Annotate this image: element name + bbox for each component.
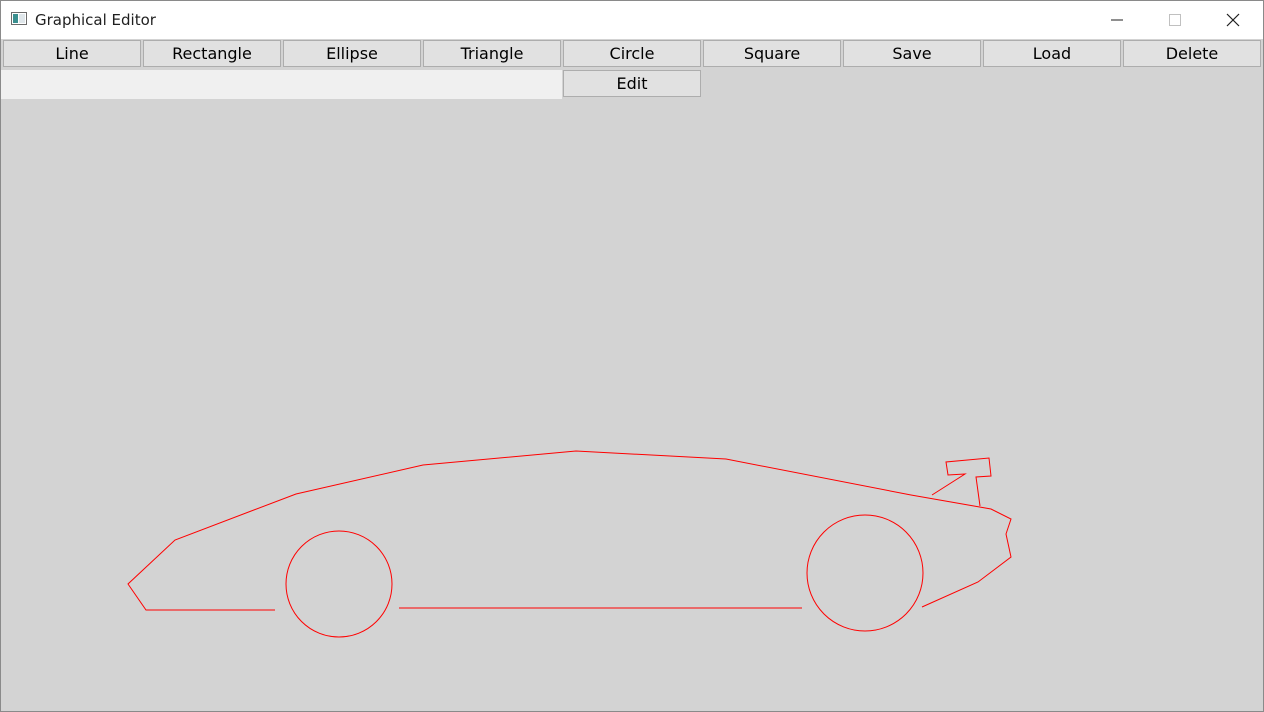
triangle-button[interactable]: Triangle xyxy=(423,40,561,67)
minimize-button[interactable] xyxy=(1088,1,1146,39)
line-button[interactable]: Line xyxy=(3,40,141,67)
toolbar-filler xyxy=(1,70,562,99)
circle-button[interactable]: Circle xyxy=(563,40,701,67)
square-button[interactable]: Square xyxy=(703,40,841,67)
app-icon xyxy=(11,12,27,25)
close-icon xyxy=(1226,13,1240,27)
car-body-outline xyxy=(127,450,1012,611)
minimize-icon xyxy=(1111,19,1123,21)
ellipse-button[interactable]: Ellipse xyxy=(283,40,421,67)
load-button[interactable]: Load xyxy=(983,40,1121,67)
editor-window: Graphical Editor Line Rectangle Ellipse … xyxy=(0,0,1264,712)
maximize-icon xyxy=(1169,14,1181,26)
maximize-button[interactable] xyxy=(1146,1,1204,39)
front-wheel xyxy=(285,530,393,638)
title-bar[interactable]: Graphical Editor xyxy=(1,1,1263,39)
rear-wheel xyxy=(806,514,924,632)
edit-button[interactable]: Edit xyxy=(563,70,701,97)
delete-button[interactable]: Delete xyxy=(1123,40,1261,67)
spoiler-outline xyxy=(931,457,992,507)
window-title: Graphical Editor xyxy=(35,11,156,29)
close-button[interactable] xyxy=(1204,1,1262,39)
save-button[interactable]: Save xyxy=(843,40,981,67)
drawing-canvas[interactable] xyxy=(1,99,1263,711)
rectangle-button[interactable]: Rectangle xyxy=(143,40,281,67)
